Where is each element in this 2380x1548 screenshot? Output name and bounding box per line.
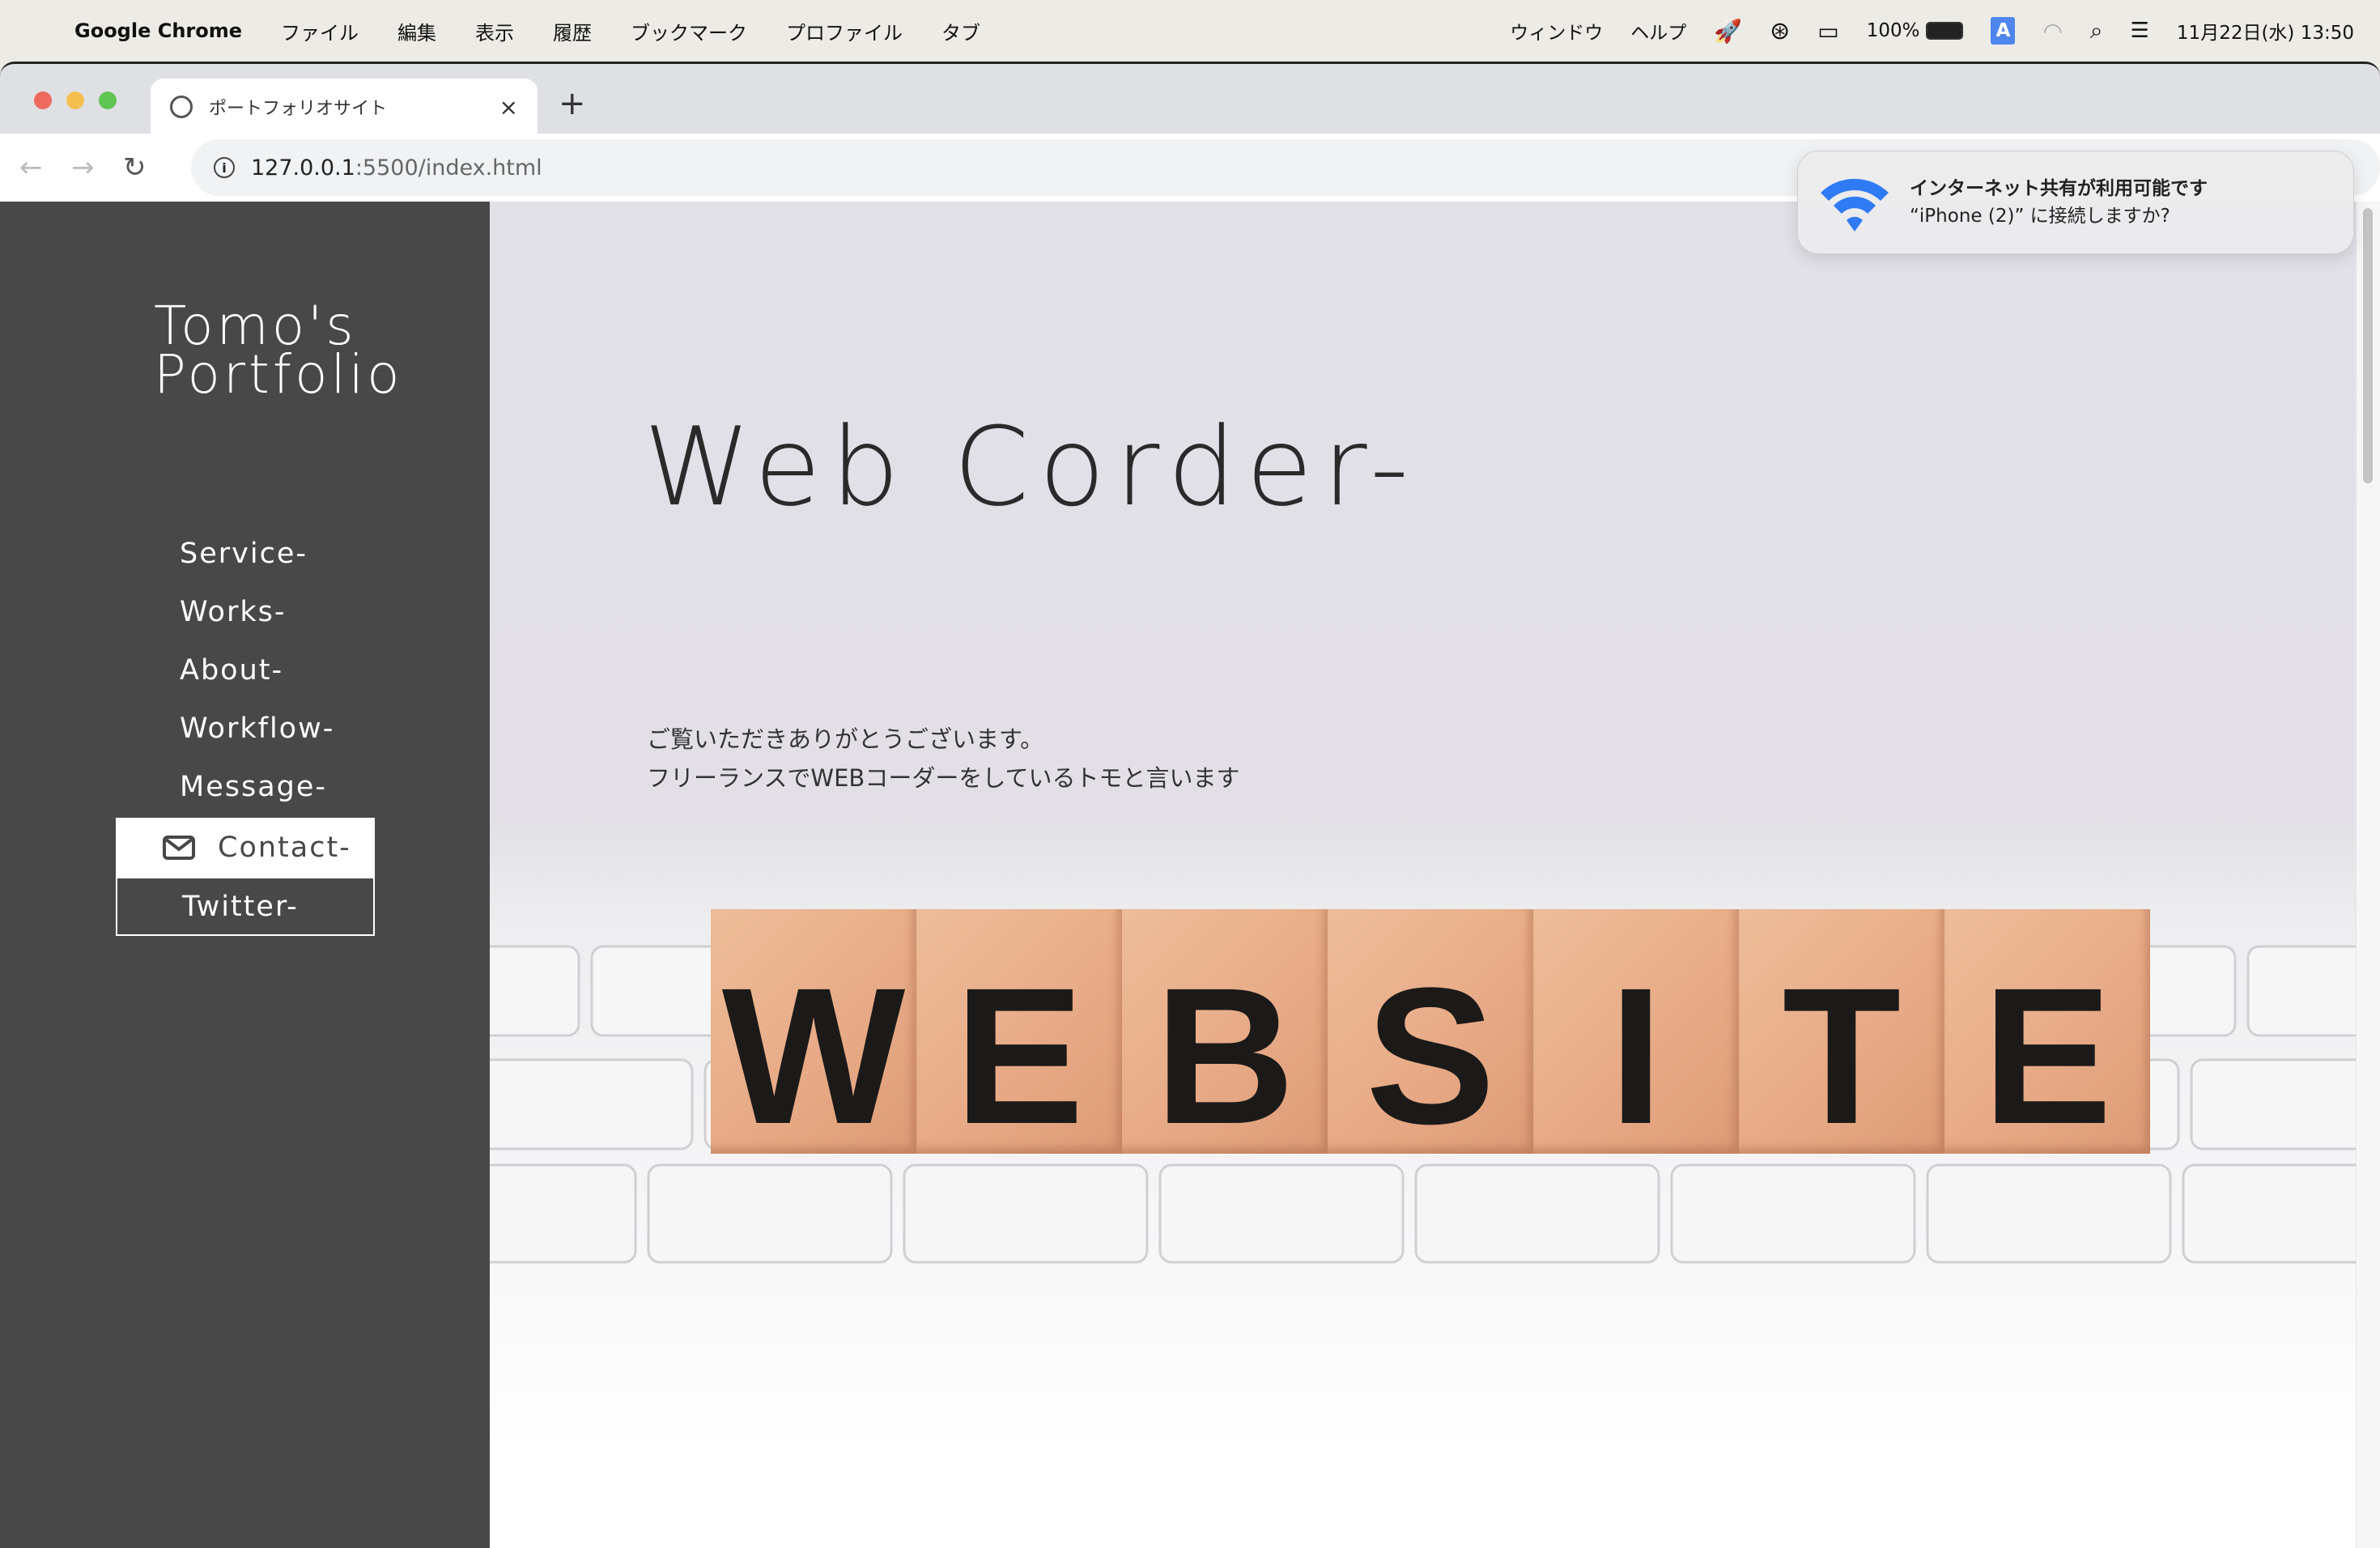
page-content: Tomo's Portfolio Service- Works- About- W… [0, 202, 2380, 1548]
hero-title: Web Corder- [644, 404, 1419, 530]
nav-contact-label: Contact- [218, 831, 351, 864]
keyboard-key [1926, 1163, 2172, 1264]
url-host: 127.0.0.1 [251, 155, 355, 181]
menu-tab[interactable]: タブ [922, 17, 1000, 45]
hero-intro: ご覧いただきありがとうございます。 フリーランスでWEBコーダーをしているトモと… [647, 720, 1239, 797]
reload-icon[interactable]: ↻ [123, 151, 175, 184]
globe-icon [170, 96, 193, 118]
site-info-icon[interactable]: i [214, 157, 235, 178]
keyboard-key [2246, 945, 2356, 1037]
url-path: :5500/index.html [355, 155, 542, 181]
menu-view[interactable]: 表示 [456, 17, 533, 45]
keyboard-key [490, 945, 580, 1037]
wifi-icon[interactable]: ◠ [2042, 18, 2062, 45]
nav-message[interactable]: Message- [180, 770, 327, 804]
new-tab-button[interactable]: + [559, 85, 586, 122]
browser-window: ポートフォリオサイト × + ← → ↻ i 127.0.0.1:5500/in… [0, 62, 2380, 1548]
notification-title: インターネット共有が利用可能です [1910, 178, 2208, 199]
clock[interactable]: 11月22日(水) 13:50 [2177, 17, 2354, 45]
tab-title: ポートフォリオサイト [209, 99, 388, 119]
scrollbar-thumb[interactable] [2363, 208, 2373, 483]
display-icon[interactable]: ▭ [1817, 18, 1838, 45]
menu-edit[interactable]: 編集 [378, 17, 456, 45]
nav-works[interactable]: Works- [180, 595, 287, 629]
menu-file[interactable]: ファイル [261, 17, 378, 45]
menu-app-name[interactable]: Google Chrome [55, 19, 261, 42]
keyboard-key [490, 1163, 637, 1264]
letter-block: E [916, 909, 1122, 1164]
keyboard-key [590, 945, 731, 1037]
hotspot-wifi-icon [1821, 178, 1889, 232]
input-source-badge[interactable]: A [1991, 17, 2016, 45]
site-logo[interactable]: Tomo's Portfolio [154, 300, 403, 406]
tab-active[interactable]: ポートフォリオサイト × [151, 79, 538, 135]
battery-icon[interactable] [1926, 22, 1964, 40]
tab-bar: ポートフォリオサイト × + [0, 64, 2380, 135]
menu-help[interactable]: ヘルプ [1630, 17, 1686, 45]
back-icon[interactable]: ← [19, 151, 71, 184]
nav-contact[interactable]: Contact- [116, 818, 375, 877]
mail-icon [163, 835, 195, 860]
menu-bookmarks[interactable]: ブックマーク [611, 17, 767, 45]
keyboard-key [647, 1163, 893, 1264]
keyboard-key [1158, 1163, 1405, 1264]
intro-line: フリーランスでWEBコーダーをしているトモと言います [647, 764, 1240, 792]
keyboard-key [1670, 1163, 1916, 1264]
keyboard-key [490, 1058, 694, 1150]
notification-body: “iPhone (2)” に接続しますか? [1910, 206, 2170, 227]
keyboard-key [2182, 1163, 2356, 1264]
close-window-button[interactable] [34, 91, 52, 109]
logo-line: Portfolio [154, 343, 403, 406]
search-icon[interactable]: ⌕ [2090, 17, 2103, 45]
menu-window[interactable]: ウィンドウ [1510, 17, 1603, 45]
nav-workflow[interactable]: Workflow- [180, 712, 334, 746]
menu-bar: Google Chrome ファイル 編集 表示 履歴 ブックマーク プロファイ… [0, 0, 2380, 62]
keyboard-key [2190, 1058, 2356, 1150]
hero-section: Web Corder- ご覧いただきありがとうございます。 フリーランスでWEB… [490, 202, 2356, 1548]
rocket-icon[interactable]: 🚀 [1714, 18, 1742, 45]
keyboard-key [1414, 1163, 1660, 1264]
letter-block: T [1739, 909, 1944, 1164]
nav-twitter[interactable]: Twitter- [116, 877, 375, 936]
minimize-window-button[interactable] [66, 91, 84, 109]
menu-history[interactable]: 履歴 [533, 17, 611, 45]
sidebar: Tomo's Portfolio Service- Works- About- W… [0, 202, 490, 1548]
battery-percent: 100% [1866, 20, 1920, 41]
nav-service[interactable]: Service- [180, 537, 308, 571]
keyboard-key [903, 1163, 1149, 1264]
creative-cloud-icon[interactable]: ⊛ [1770, 17, 1790, 45]
hotspot-notification[interactable]: インターネット共有が利用可能です “iPhone (2)” に接続しますか? [1797, 151, 2354, 254]
nav-about[interactable]: About- [180, 653, 283, 687]
intro-line: ご覧いただきありがとうございます。 [647, 725, 1044, 753]
letter-block: B [1122, 909, 1328, 1164]
close-tab-icon[interactable]: × [499, 94, 518, 121]
zoom-window-button[interactable] [99, 91, 117, 109]
scrollbar[interactable] [2356, 202, 2380, 1548]
forward-icon[interactable]: → [71, 151, 123, 184]
letter-block: E [1944, 909, 2150, 1164]
menu-profiles[interactable]: プロファイル [767, 17, 922, 45]
letter-block: I [1533, 909, 1739, 1164]
control-center-icon[interactable]: ☰ [2131, 19, 2149, 43]
letter-block: W [711, 909, 916, 1164]
letter-block: S [1328, 909, 1533, 1164]
